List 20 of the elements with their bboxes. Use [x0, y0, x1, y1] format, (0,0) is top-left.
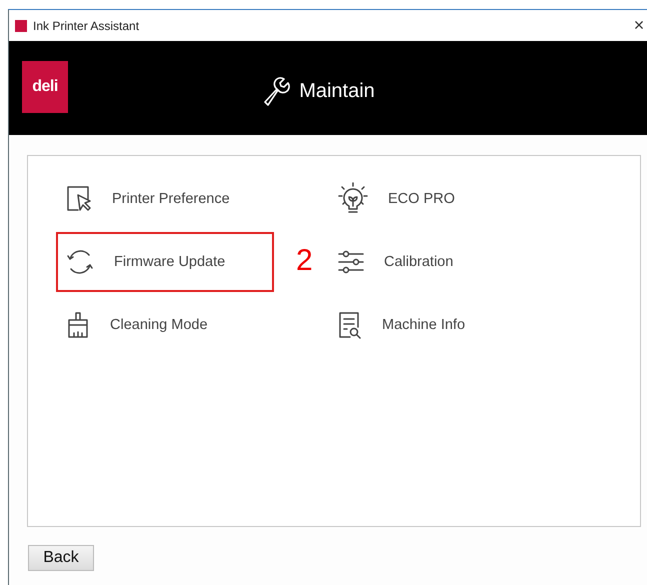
menu-item[interactable]: Firmware Update	[114, 254, 226, 270]
lightbulb-icon	[338, 182, 368, 216]
menu-item[interactable]: ECO PRO	[388, 191, 455, 207]
menu-item[interactable]: Machine Info	[382, 317, 466, 333]
back-button[interactable]: Back	[28, 545, 94, 571]
menu-item[interactable]: Printer Preference	[112, 191, 230, 207]
refresh-icon	[66, 248, 94, 276]
step-number: 2	[296, 244, 313, 278]
close-button[interactable]: ×	[632, 15, 646, 36]
logo: deli	[22, 61, 68, 113]
wrench-icon	[263, 76, 292, 106]
page-title: Maintain	[299, 80, 375, 102]
cursor-window-icon	[66, 185, 92, 213]
sliders-icon	[338, 250, 364, 274]
menu-item[interactable]: Cleaning Mode	[110, 317, 208, 333]
window-title: Ink Printer Assistant	[33, 18, 140, 32]
document-search-icon	[338, 311, 362, 339]
menu-item[interactable]: Calibration	[384, 254, 454, 270]
app-icon	[15, 20, 27, 32]
brush-icon	[66, 312, 90, 338]
